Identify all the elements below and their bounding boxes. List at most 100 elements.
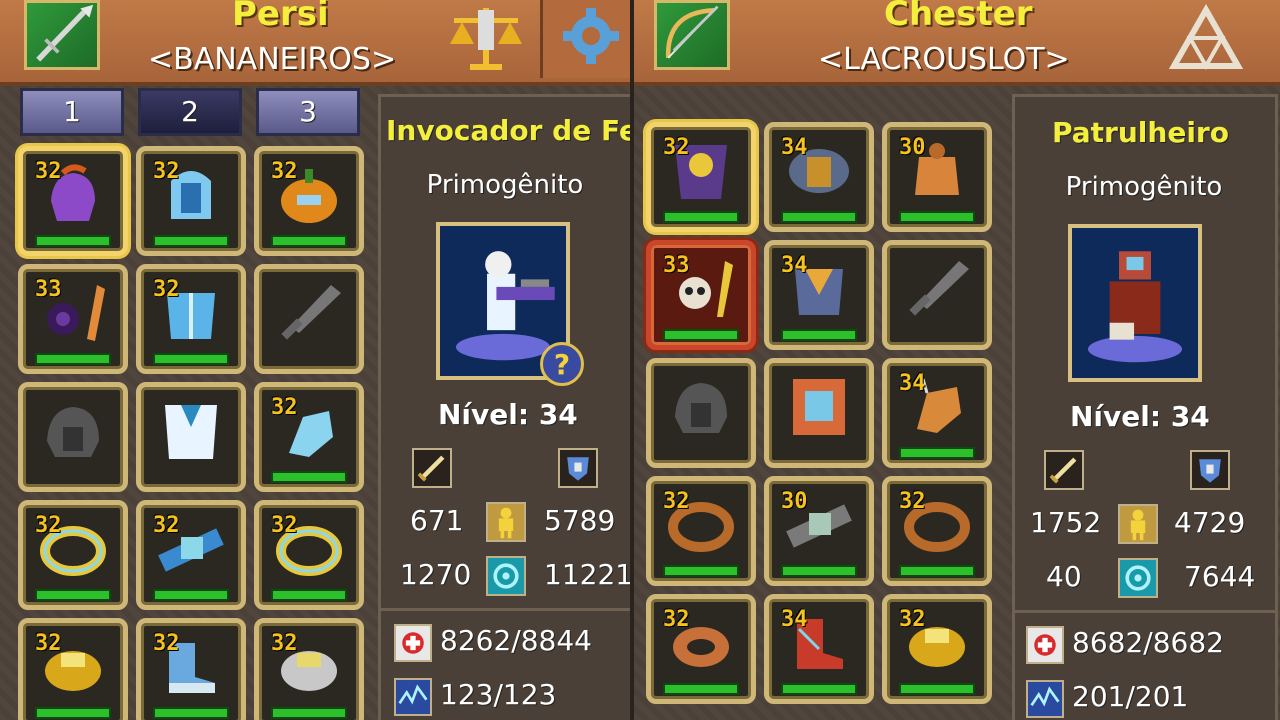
player-name: Persi [232,0,329,34]
health-icon [394,624,432,662]
durability-bar [271,235,347,247]
defense-value: 5789 [544,504,616,537]
right-header: Chester <LACROUSLOT> [634,0,1280,86]
equip-slot-ring-left[interactable]: 32 [646,594,756,704]
durability-bar [153,589,229,601]
durability-bar [153,707,229,719]
body-icon [1118,504,1158,544]
durability-bar [899,447,975,459]
tab-2[interactable]: 2 [138,88,242,136]
equip-slot-empty-helmet[interactable] [18,382,128,492]
hp-value: 8682/8682 [1072,626,1224,659]
settings-gear-icon[interactable] [540,0,630,78]
empty-sword-icon [897,255,977,321]
character-level: Nível: 34 [1070,400,1210,433]
empty-helmet-icon [661,373,741,439]
tab-3[interactable]: 3 [256,88,360,136]
mana-stat-value: 7644 [1184,560,1256,593]
equip-slot-bracelet-left[interactable]: 32 [646,476,756,586]
mp-icon [1026,680,1064,718]
sword-icon [1044,450,1084,490]
durability-bar [781,211,857,223]
equip-slot-chest[interactable]: 34 [764,240,874,350]
equip-slot-chest[interactable]: 32 [136,264,246,374]
mp-value: 201/201 [1072,680,1189,713]
durability-bar [35,707,111,719]
equip-slot-gloves[interactable]: 34 [882,358,992,468]
left-header: Persi <BANANEIROS> [0,0,630,86]
equip-slot-belt[interactable]: 32 [136,500,246,610]
equip-slot-gloves[interactable]: 32 [254,382,364,492]
character-portrait[interactable] [1068,224,1202,382]
durability-bar [781,683,857,695]
durability-bar [663,565,739,577]
class-name: Invocador de Fe [386,114,630,147]
equip-slot-weapon[interactable]: 33 [18,264,128,374]
equip-slot-armor[interactable]: 32 [136,146,246,256]
durability-bar [663,329,739,341]
durability-bar [35,589,111,601]
cape-item-icon [151,397,231,463]
left-player-panel: Persi <BANANEIROS> 1 2 3 32 32 32 33 32 [0,0,630,720]
equip-slot-boots[interactable]: 34 [764,594,874,704]
equip-slot-empty-weapon[interactable] [882,240,992,350]
mana-icon [1118,558,1158,598]
empty-helmet-icon [33,397,113,463]
attack-value: 671 [410,504,464,537]
durability-bar [35,235,111,247]
durability-bar [781,565,857,577]
equip-slot-ring-left[interactable]: 32 [18,618,128,720]
cape-item-icon [779,373,859,439]
equip-slot-armor[interactable]: 34 [764,122,874,232]
equip-slot-ring-right[interactable]: 32 [882,594,992,704]
spear-class-icon [24,0,100,70]
character-level: Nível: 34 [438,398,578,431]
bow-class-icon [654,0,730,70]
triangle-icon[interactable] [1168,3,1244,74]
durability-bar [899,211,975,223]
equip-slot-bracelet-left[interactable]: 32 [18,500,128,610]
shield-icon [1190,450,1230,490]
guild-name: <LACROUSLOT> [818,42,1070,77]
player-name: Chester [884,0,1033,34]
mana-stat-value: 11221 [544,558,630,591]
attack-value: 1752 [1030,506,1102,539]
mana-icon [486,556,526,596]
equip-slot-bracelet-right[interactable]: 32 [254,500,364,610]
equip-slot-boots[interactable]: 32 [136,618,246,720]
equip-slot-cape[interactable] [764,358,874,468]
hp-value: 8262/8844 [440,624,592,657]
equip-slot-helmet[interactable]: 32 [18,146,128,256]
equip-slot-empty-helmet[interactable] [646,358,756,468]
guild-name: <BANANEIROS> [148,42,397,77]
equip-slot-helmet[interactable]: 32 [646,122,756,232]
mp-icon [394,678,432,716]
durability-bar [35,353,111,365]
help-icon[interactable]: ? [540,342,584,386]
equip-slot-weapon[interactable]: 33 [646,240,756,350]
equip-slot-ring-right[interactable]: 32 [254,618,364,720]
equip-slot-cape[interactable] [136,382,246,492]
rank-title: Primogênito [1065,172,1223,202]
equip-slot-belt[interactable]: 30 [764,476,874,586]
shield-icon [558,448,598,488]
durability-bar [663,211,739,223]
scales-icon[interactable] [446,4,526,74]
health-icon [1026,626,1064,664]
equip-slot-pet[interactable]: 30 [882,122,992,232]
durability-bar [781,329,857,341]
empty-sword-icon [269,279,349,345]
equip-slot-empty-weapon[interactable] [254,264,364,374]
equip-slot-pet[interactable]: 32 [254,146,364,256]
durability-bar [663,683,739,695]
equip-slot-bracelet-right[interactable]: 32 [882,476,992,586]
mp-value: 123/123 [440,678,557,711]
sword-icon [412,448,452,488]
body-icon [486,502,526,542]
tab-1[interactable]: 1 [20,88,124,136]
durability-bar [899,565,975,577]
rank-title: Primogênito [426,170,584,200]
right-player-panel: Chester <LACROUSLOT> 32 34 30 33 34 34 3… [634,0,1280,720]
defense-value: 4729 [1174,506,1246,539]
divider [1012,610,1278,613]
